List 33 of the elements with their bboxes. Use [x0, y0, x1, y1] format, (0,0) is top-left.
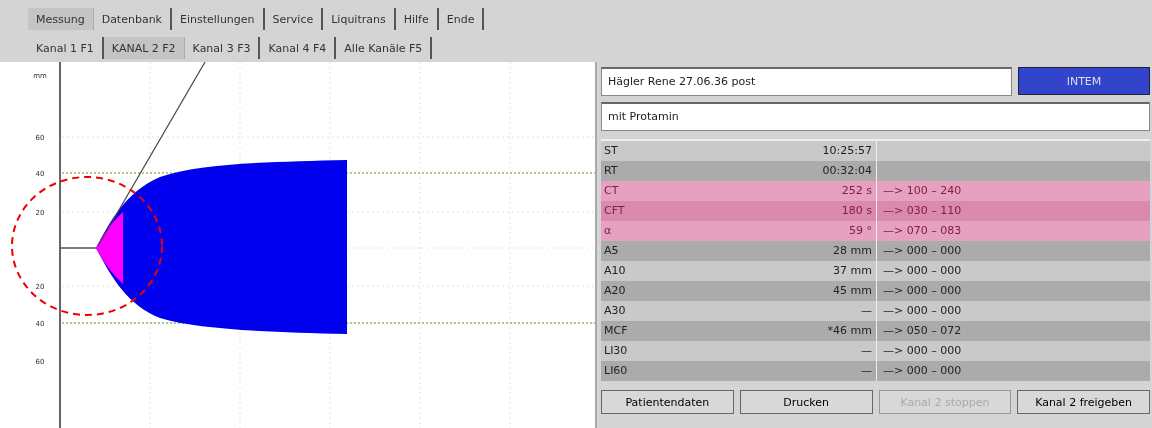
reference-range: —> 000 – 000: [883, 364, 962, 377]
parameter-name: RT: [603, 163, 619, 179]
comment-field[interactable]: mit Protamin: [601, 102, 1150, 131]
parameter-name: A20: [603, 283, 627, 299]
parameter-name: α: [603, 223, 613, 239]
reference-range: —> 000 – 000: [883, 264, 962, 277]
parameter-name: CFT: [603, 203, 626, 219]
action-button[interactable]: Drucken: [739, 390, 873, 414]
baseline: [59, 247, 97, 249]
test-type-button[interactable]: INTEM: [1018, 67, 1150, 95]
reference-range: —> 050 – 072: [883, 324, 962, 337]
reference-range: —> 000 – 000: [883, 304, 962, 317]
action-button[interactable]: Patientendaten: [601, 390, 734, 414]
channel-tab[interactable]: KANAL 2 F2: [103, 37, 185, 59]
parameter-name: ST: [603, 143, 619, 159]
parameter-name: A5: [603, 243, 620, 259]
parameter-name: MCF: [603, 323, 629, 339]
reference-range: —> 030 – 110: [883, 204, 962, 217]
parameter-name: A10: [603, 263, 627, 279]
parameter-name: LI30: [603, 343, 629, 359]
menu-tab[interactable]: Messung: [28, 8, 94, 30]
initial-curve-drawing: [96, 212, 123, 284]
reference-range: —> 070 – 083: [883, 224, 962, 237]
reference-range: —> 100 – 240: [883, 184, 962, 197]
parameter-name: A30: [603, 303, 627, 319]
parameter-name: CT: [603, 183, 620, 199]
reference-range: —> 000 – 000: [883, 244, 962, 257]
patient-name-field[interactable]: Hägler Rene 27.06.36 post: [601, 67, 1012, 96]
parameter-value: —: [724, 361, 877, 381]
action-button[interactable]: Kanal 2 freigeben: [1017, 390, 1150, 414]
reference-range: —> 000 – 000: [883, 344, 962, 357]
parameter-name: LI60: [603, 363, 629, 379]
reference-range: —> 000 – 000: [883, 284, 962, 297]
